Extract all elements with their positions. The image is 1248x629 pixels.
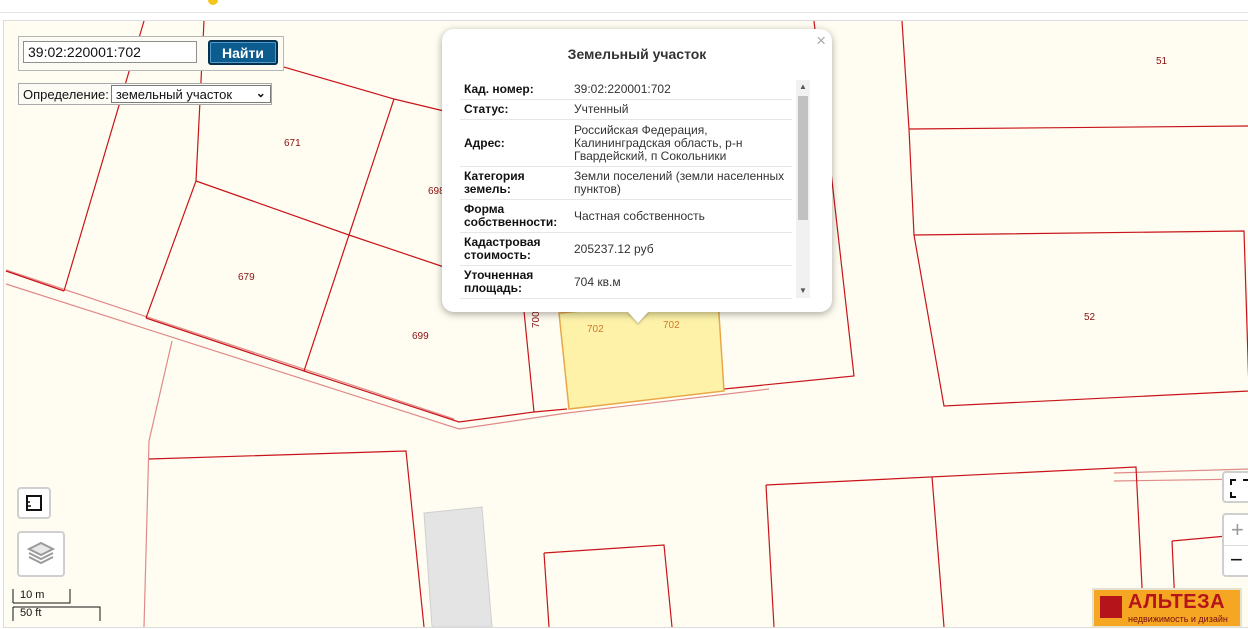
parcel-label-679: 679 bbox=[238, 272, 255, 283]
prop-key: Адрес: bbox=[460, 119, 570, 167]
parcel-label-700: 700 bbox=[531, 311, 542, 328]
prop-key: Уточненная площадь: bbox=[460, 265, 570, 299]
cadastral-search-input[interactable] bbox=[23, 41, 197, 63]
table-row: Кад. номер: 39:02:220001:702 bbox=[460, 80, 792, 100]
definition-select[interactable]: земельный участок ⌄ bbox=[110, 85, 271, 103]
layers-button[interactable] bbox=[17, 531, 65, 577]
scale-metric-label: 10 m bbox=[20, 589, 45, 601]
parcel-info-popup: × Земельный участок Кад. номер: 39:02:22… bbox=[442, 29, 832, 312]
logo-tagline: недвижимость и дизайн bbox=[1128, 614, 1228, 624]
popup-title: Земельный участок bbox=[567, 46, 707, 62]
table-row: Статус: Учтенный bbox=[460, 99, 792, 120]
definition-label: Определение: bbox=[23, 86, 109, 102]
zoom-in-button[interactable]: + bbox=[1231, 517, 1244, 543]
scroll-down-icon[interactable]: ▼ bbox=[796, 284, 810, 298]
zoom-control: + − bbox=[1222, 513, 1248, 577]
prop-key: Кадастровая стоимость: bbox=[460, 232, 570, 266]
zoom-divider bbox=[1224, 545, 1248, 546]
find-button[interactable]: Найти bbox=[208, 40, 278, 65]
top-page-strip bbox=[0, 0, 1248, 13]
prop-key: Форма собственности: bbox=[460, 199, 570, 233]
layers-icon bbox=[26, 541, 56, 565]
scroll-thumb[interactable] bbox=[798, 96, 808, 220]
ruler-button[interactable] bbox=[17, 487, 51, 519]
table-row: Форма собственности: Частная собственнос… bbox=[460, 199, 792, 233]
chevron-down-icon: ⌄ bbox=[255, 86, 266, 100]
search-panel: Найти bbox=[18, 36, 284, 71]
prop-value: Учтенный bbox=[570, 99, 792, 120]
scale-imperial-label: 50 ft bbox=[20, 607, 42, 619]
popup-pointer bbox=[627, 311, 649, 323]
parcel-label-51: 51 bbox=[1156, 56, 1168, 67]
table-row: Адрес: Российская Федерация, Калининград… bbox=[460, 119, 792, 167]
prop-value: Земли поселений (земли населенных пункто… bbox=[570, 166, 792, 200]
zoom-out-button[interactable]: − bbox=[1230, 547, 1243, 573]
status-dot-icon bbox=[208, 0, 218, 5]
definition-selected: земельный участок bbox=[115, 86, 233, 102]
parcel-label-702a: 702 bbox=[587, 324, 604, 335]
table-row: Уточненная площадь: 704 кв.м bbox=[460, 265, 792, 299]
ruler-icon bbox=[26, 495, 42, 511]
prop-key: Кад. номер: bbox=[460, 80, 570, 100]
parcel-label-702b: 702 bbox=[663, 320, 680, 331]
building-strip bbox=[423, 506, 493, 627]
popup-scrollbar[interactable]: ▲ ▼ bbox=[796, 80, 810, 298]
logo-mark-icon bbox=[1100, 596, 1122, 618]
prop-value: Российская Федерация, Калининградская об… bbox=[570, 119, 792, 167]
definition-row: Определение: земельный участок ⌄ bbox=[18, 83, 272, 105]
prop-value: 704 кв.м bbox=[570, 265, 792, 299]
logo-name: АЛЬТЕЗА bbox=[1128, 591, 1226, 613]
scroll-up-icon[interactable]: ▲ bbox=[796, 80, 810, 94]
prop-key: Категория земель: bbox=[460, 166, 570, 200]
prop-value: Частная собственность bbox=[570, 199, 792, 233]
cadastral-map[interactable]: 671 698 679 699 700 702 702 51 52 Найти … bbox=[3, 20, 1248, 628]
parcel-label-671: 671 bbox=[284, 138, 301, 149]
parcel-properties-table: Кад. номер: 39:02:220001:702 Статус: Учт… bbox=[460, 80, 792, 299]
table-row: Категория земель: Земли поселений (земли… bbox=[460, 166, 792, 200]
prop-value: 205237.12 руб bbox=[570, 232, 792, 266]
prop-value: 39:02:220001:702 bbox=[570, 80, 792, 100]
fullscreen-icon bbox=[1230, 479, 1248, 498]
prop-key: Статус: bbox=[460, 99, 570, 120]
altezza-logo: АЛЬТЕЗА недвижимость и дизайн bbox=[1092, 588, 1242, 628]
fullscreen-button[interactable] bbox=[1222, 471, 1248, 503]
parcel-label-699: 699 bbox=[412, 331, 429, 342]
parcel-label-52: 52 bbox=[1084, 312, 1096, 323]
table-row: Кадастровая стоимость: 205237.12 руб bbox=[460, 232, 792, 266]
